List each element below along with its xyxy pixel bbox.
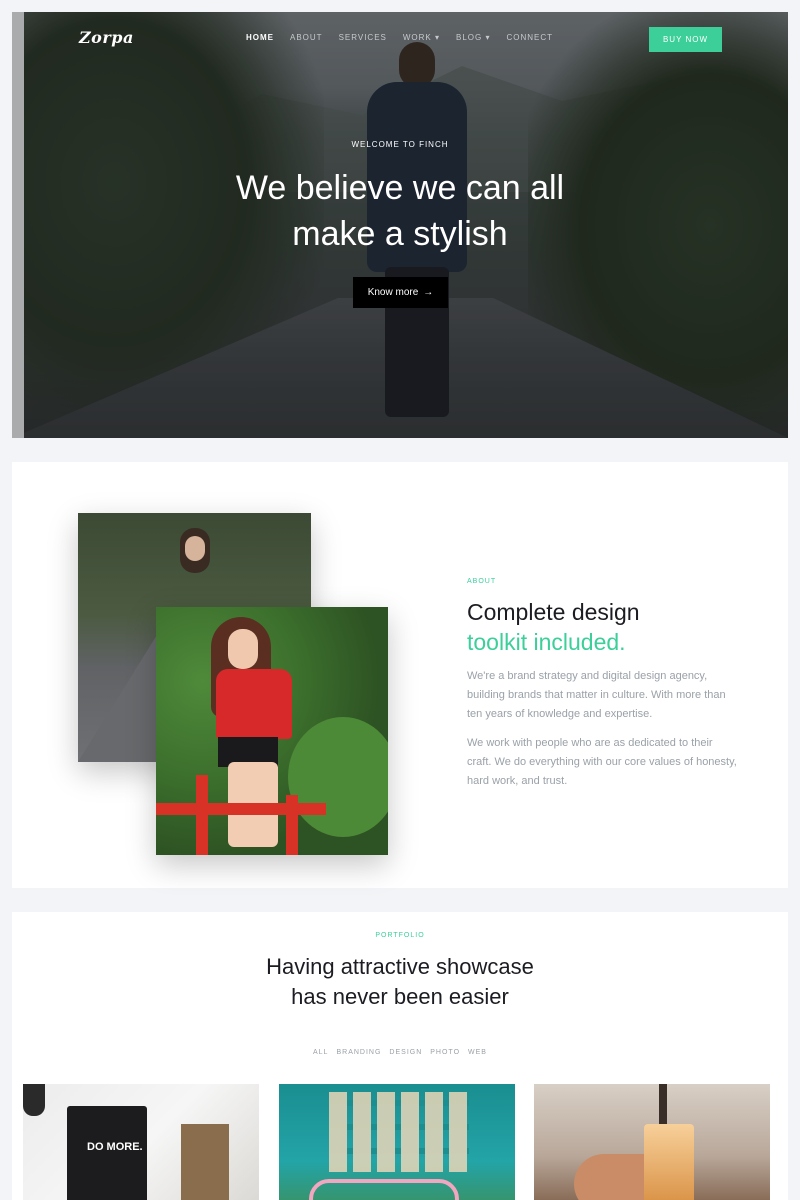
nav-item-work[interactable]: WORK ▾ — [403, 33, 440, 42]
hero-title-line2: make a stylish — [292, 215, 508, 253]
buy-now-button[interactable]: BUY NOW — [649, 27, 722, 52]
monitor-text: DO MORE. — [87, 1141, 143, 1153]
hero-eyebrow: WELCOME TO FINCH — [351, 140, 449, 149]
portfolio-eyebrow: PORTFOLIO — [375, 932, 425, 939]
nav-item-services[interactable]: SERVICES — [339, 33, 387, 42]
filter-branding[interactable]: BRANDING — [336, 1049, 381, 1056]
main-menu: HOME ABOUT SERVICES WORK ▾ BLOG ▾ CONNEC… — [246, 33, 553, 42]
nav-item-about[interactable]: ABOUT — [290, 33, 323, 42]
hero-content: WELCOME TO FINCH We believe we can all m… — [12, 140, 788, 308]
nav-item-connect[interactable]: CONNECT — [506, 33, 553, 42]
about-title-accent: toolkit included. — [467, 629, 626, 655]
know-more-label: Know more — [367, 287, 419, 298]
filter-all[interactable]: ALL — [313, 1049, 328, 1056]
hero-title-line1: We believe we can all — [235, 169, 565, 207]
portfolio-title: Having attractive showcase has never bee… — [12, 952, 788, 1012]
filter-photo[interactable]: PHOTO — [430, 1049, 460, 1056]
portfolio-card-bicycle[interactable] — [279, 1084, 515, 1200]
about-eyebrow: ABOUT — [467, 578, 497, 585]
top-navigation: Zorpa HOME ABOUT SERVICES WORK ▾ BLOG ▾ … — [12, 12, 788, 66]
portfolio-card-workspace[interactable]: DO MORE. — [23, 1084, 259, 1200]
know-more-button[interactable]: Know more → — [353, 277, 448, 308]
hero-title: We believe we can all make a stylish — [12, 165, 788, 257]
about-photo-model — [156, 607, 388, 855]
about-title: Complete design toolkit included. — [467, 597, 737, 657]
portfolio-section: PORTFOLIO Having attractive showcase has… — [12, 912, 788, 1200]
about-text-block: ABOUT Complete design toolkit included. … — [467, 578, 737, 791]
about-paragraph-1: We're a brand strategy and digital desig… — [467, 670, 726, 720]
nav-item-home[interactable]: HOME — [246, 33, 274, 42]
portfolio-card-beer[interactable] — [534, 1084, 770, 1200]
about-title-main: Complete design — [467, 599, 640, 625]
about-section: ABOUT Complete design toolkit included. … — [12, 462, 788, 888]
site-logo[interactable]: Zorpa — [79, 28, 134, 47]
portfolio-title-line1: Having attractive showcase — [266, 954, 534, 979]
arrow-right-icon: → — [423, 287, 434, 298]
nav-item-blog[interactable]: BLOG ▾ — [456, 33, 490, 42]
filter-design[interactable]: DESIGN — [389, 1049, 422, 1056]
filter-web[interactable]: WEB — [468, 1049, 487, 1056]
portfolio-title-line2: has never been easier — [291, 984, 509, 1009]
about-paragraph-2: We work with people who are as dedicated… — [467, 737, 737, 787]
portfolio-filters: ALL BRANDING DESIGN PHOTO WEB — [12, 1049, 788, 1056]
